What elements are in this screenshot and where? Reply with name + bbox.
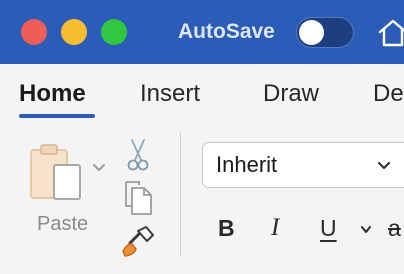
tab-design[interactable]: De <box>373 80 404 108</box>
font-family-select[interactable]: Inherit <box>202 142 404 188</box>
zoom-window-button[interactable] <box>101 19 127 45</box>
tab-insert[interactable]: Insert <box>140 80 200 108</box>
active-tab-indicator <box>19 114 95 118</box>
minimize-window-button[interactable] <box>61 19 87 45</box>
ribbon-tabs: Home Insert Draw De <box>0 64 404 128</box>
bold-button[interactable]: B <box>218 214 235 242</box>
format-painter-icon[interactable] <box>120 225 156 259</box>
chevron-down-icon <box>378 162 390 169</box>
strikethrough-button[interactable]: a <box>388 214 401 242</box>
font-family-value: Inherit <box>216 152 278 177</box>
copy-icon[interactable] <box>122 180 154 216</box>
underline-button[interactable]: U <box>320 214 337 242</box>
tab-draw[interactable]: Draw <box>263 80 319 108</box>
italic-button[interactable]: I <box>271 214 279 242</box>
autosave-toggle[interactable] <box>296 17 354 48</box>
tab-home[interactable]: Home <box>19 80 86 108</box>
home-icon[interactable] <box>377 18 404 48</box>
paste-button-label[interactable]: Paste <box>37 212 88 236</box>
scissors-icon[interactable] <box>126 138 150 172</box>
title-bar: AutoSave <box>0 0 404 64</box>
autosave-label: AutoSave <box>178 20 275 43</box>
group-separator <box>180 132 181 256</box>
toggle-knob <box>299 20 324 45</box>
clipboard-icon[interactable] <box>27 140 85 206</box>
close-window-button[interactable] <box>21 19 47 45</box>
chevron-down-icon[interactable] <box>92 162 106 174</box>
underline-options-chevron-icon[interactable] <box>360 225 372 235</box>
